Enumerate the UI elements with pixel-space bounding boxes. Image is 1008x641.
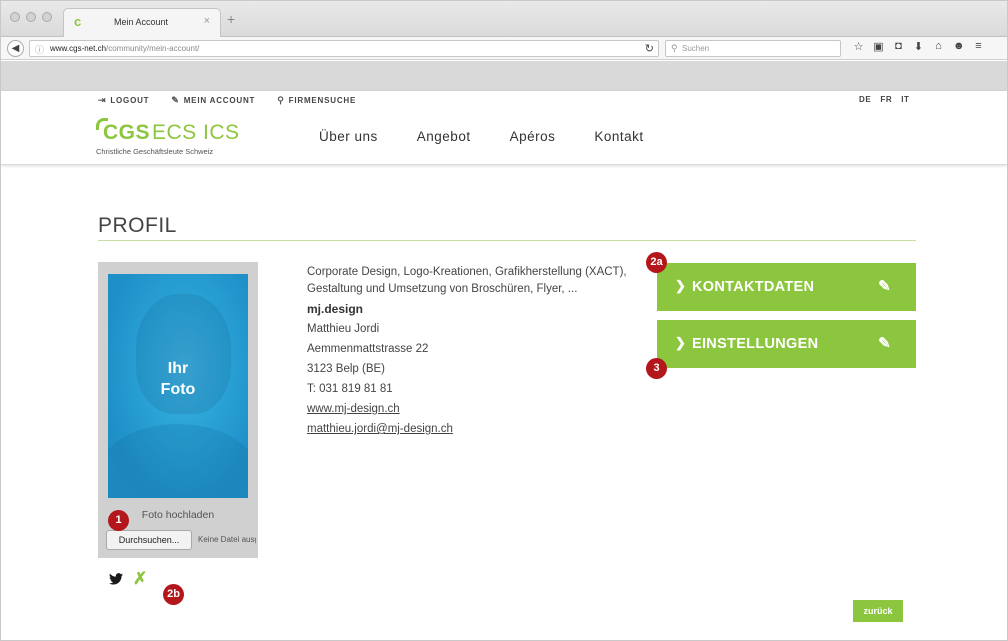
search-icon: ⚲ xyxy=(671,43,678,53)
nav-kontakt[interactable]: Kontakt xyxy=(594,129,643,144)
lang-it[interactable]: IT xyxy=(901,95,909,104)
page-title: PROFIL xyxy=(98,214,177,237)
logo-subtitle: Christliche Geschäftsleute Schweiz xyxy=(96,147,214,156)
company-name: mj.design xyxy=(307,302,364,316)
back-button-small[interactable]: zurück xyxy=(853,600,903,622)
account-label: MEIN ACCOUNT xyxy=(183,96,256,105)
title-divider xyxy=(98,240,916,241)
menu-icon[interactable]: ≡ xyxy=(973,40,984,53)
contact-name: Matthieu Jordi xyxy=(307,323,380,335)
contact-data-button[interactable]: ❯ KONTAKTDATEN ✎ xyxy=(657,263,916,311)
settings-button[interactable]: ❯ EINSTELLUNGEN ✎ xyxy=(657,320,916,368)
email-link[interactable]: matthieu.jordi@mj-design.ch xyxy=(307,423,453,435)
file-status: Keine Datei ausgewählt. xyxy=(198,535,256,544)
close-tab-icon[interactable]: × xyxy=(204,15,210,27)
company-description: Corporate Design, Logo-Kreationen, Grafi… xyxy=(307,266,627,295)
back-button[interactable]: ◀ xyxy=(7,40,24,57)
marker-2b: 2b xyxy=(163,584,184,605)
clipboard-icon[interactable]: ▣ xyxy=(873,40,884,53)
close-window-button[interactable] xyxy=(10,12,20,22)
url-domain: www.cgs-net.ch xyxy=(50,44,107,53)
tab-bar: c Mein Account × + xyxy=(1,1,1007,37)
chevron-right-icon: ❯ xyxy=(675,278,687,293)
marker-1: 1 xyxy=(108,510,129,531)
edit-icon: ✎ xyxy=(171,95,180,105)
tab-title: Mein Account xyxy=(114,17,169,27)
logout-icon: ⇥ xyxy=(98,95,107,105)
xing-icon[interactable]: ✗ xyxy=(133,570,147,587)
language-switcher: DE FR IT xyxy=(859,95,910,104)
navigation-toolbar: ◀ ⓘ www.cgs-net.ch/community/mein-accoun… xyxy=(1,37,1007,60)
utility-nav: ⇥ LOGOUT ✎ MEIN ACCOUNT ⚲ FIRMENSUCHE xyxy=(98,95,356,106)
new-tab-button[interactable]: + xyxy=(227,11,235,27)
site-logo[interactable]: CGS ECS ICS Christliche Geschäftsleute S… xyxy=(96,118,266,157)
browser-tab[interactable]: c Mein Account × xyxy=(63,8,221,37)
chat-icon[interactable]: ☻ xyxy=(953,40,965,53)
street-address: Aemmenmattstrasse 22 xyxy=(307,343,429,355)
settings-label: EINSTELLUNGEN xyxy=(692,336,819,352)
lang-de[interactable]: DE xyxy=(859,95,871,104)
home-icon[interactable]: ⌂ xyxy=(933,40,944,53)
chevron-right-icon: ❯ xyxy=(675,335,687,350)
twitter-icon[interactable] xyxy=(109,573,123,585)
photo-label-line2: Foto xyxy=(160,381,196,398)
browse-button[interactable]: Durchsuchen... xyxy=(106,530,192,550)
phone: T: 031 819 81 81 xyxy=(307,383,393,395)
url-bar[interactable]: ⓘ www.cgs-net.ch/community/mein-account/… xyxy=(29,40,659,57)
favicon-icon: c xyxy=(74,14,82,29)
star-icon[interactable]: ☆ xyxy=(853,40,864,53)
pencil-icon: ✎ xyxy=(878,278,891,295)
logo-ecs: ECS ICS xyxy=(152,121,240,144)
browser-window: c Mein Account × + ◀ ⓘ www.cgs-net.ch/co… xyxy=(0,0,1008,641)
pocket-icon[interactable]: ◘ xyxy=(893,40,904,53)
logout-label: LOGOUT xyxy=(110,96,150,105)
zoom-window-button[interactable] xyxy=(42,12,52,22)
photo-shoulder-shape xyxy=(108,424,248,498)
site-header: ⇥ LOGOUT ✎ MEIN ACCOUNT ⚲ FIRMENSUCHE DE… xyxy=(1,91,1007,165)
photo-placeholder-label: Ihr Foto xyxy=(108,358,248,400)
logout-link[interactable]: ⇥ LOGOUT xyxy=(98,95,149,106)
url-path: /community/mein-account/ xyxy=(106,44,200,53)
contact-data-label: KONTAKTDATEN xyxy=(692,279,815,295)
profile-photo: Ihr Foto xyxy=(108,274,248,498)
url-text: www.cgs-net.ch/community/mein-account/ xyxy=(50,44,199,53)
minimize-window-button[interactable] xyxy=(26,12,36,22)
bookmarks-area xyxy=(1,61,1007,91)
search-placeholder: Suchen xyxy=(682,44,710,53)
website-link[interactable]: www.mj-design.ch xyxy=(307,403,400,415)
site-info-icon[interactable]: ⓘ xyxy=(35,43,44,56)
toolbar-icons: ☆ ▣ ◘ ⬇ ⌂ ☻ ≡ xyxy=(853,40,984,53)
marker-3: 3 xyxy=(646,358,667,379)
photo-label-line1: Ihr xyxy=(167,360,189,377)
search-bar[interactable]: ⚲ Suchen xyxy=(665,40,841,57)
social-links: ✗ xyxy=(109,570,147,587)
account-link[interactable]: ✎ MEIN ACCOUNT xyxy=(171,95,255,106)
nav-ueber-uns[interactable]: Über uns xyxy=(319,129,378,144)
city: 3123 Belp (BE) xyxy=(307,363,385,375)
logo-cgs: CGS xyxy=(103,121,151,144)
pencil-icon: ✎ xyxy=(878,335,891,352)
download-icon[interactable]: ⬇ xyxy=(913,40,924,53)
main-nav: Über uns Angebot Apéros Kontakt xyxy=(319,129,683,144)
lang-fr[interactable]: FR xyxy=(880,95,892,104)
window-controls xyxy=(10,12,52,22)
reload-icon[interactable]: ↻ xyxy=(645,42,654,55)
company-search-link[interactable]: ⚲ FIRMENSUCHE xyxy=(277,95,356,106)
search-icon: ⚲ xyxy=(277,95,285,105)
profile-details: Corporate Design, Logo-Kreationen, Grafi… xyxy=(307,264,632,441)
nav-aperos[interactable]: Apéros xyxy=(510,129,556,144)
marker-2a: 2a xyxy=(646,252,667,273)
nav-angebot[interactable]: Angebot xyxy=(417,129,471,144)
company-search-label: FIRMENSUCHE xyxy=(288,96,357,105)
